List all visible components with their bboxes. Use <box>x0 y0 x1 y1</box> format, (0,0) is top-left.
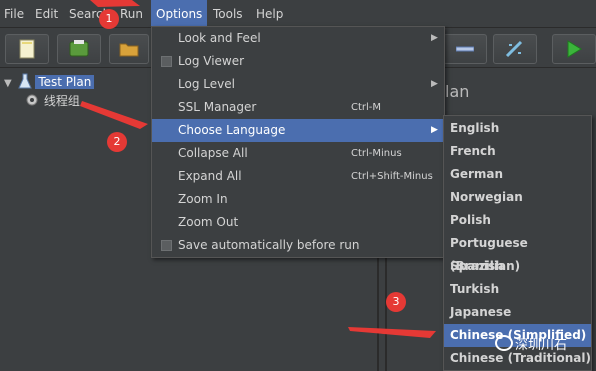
menu-file[interactable]: File <box>4 0 24 28</box>
gear-icon <box>26 94 38 106</box>
language-option-turkish[interactable]: Turkish <box>444 278 591 301</box>
menu-tools-label: Tools <box>213 7 243 21</box>
menu-item-label: Log Level <box>178 77 235 91</box>
shortcut-label: Ctrl-M <box>351 102 382 113</box>
menu-run[interactable]: Run <box>120 0 143 28</box>
menu-item-choose-language[interactable]: Choose Language ▶ <box>152 119 444 142</box>
options-menu: Look and Feel ▶ Log Viewer Log Level ▶ S… <box>151 26 445 258</box>
menu-item-zoom-out[interactable]: Zoom Out <box>152 211 444 234</box>
language-option-spanish[interactable]: Spanish <box>444 255 591 278</box>
toggle-button[interactable] <box>493 34 537 64</box>
menu-item-label: Choose Language <box>178 123 286 137</box>
language-option-german[interactable]: German <box>444 163 591 186</box>
menu-help-label: Help <box>256 7 284 21</box>
language-option-english[interactable]: English <box>444 117 591 140</box>
templates-icon <box>69 40 89 57</box>
submenu-arrow-icon: ▶ <box>431 125 438 135</box>
split-divider <box>385 255 387 371</box>
panel-title: lan <box>445 82 470 101</box>
tree-label-thread-group: 线程组 <box>43 94 80 108</box>
language-option-french[interactable]: French <box>444 140 591 163</box>
language-option-portuguese-brazilian[interactable]: Portuguese (Brazilian) <box>444 232 591 273</box>
menu-item-collapse-all[interactable]: Collapse All Ctrl-Minus <box>152 142 444 165</box>
flask-icon <box>17 73 32 89</box>
language-option-polish[interactable]: Polish <box>444 209 591 232</box>
expand-arrow-icon[interactable]: ▼ <box>4 78 12 89</box>
step-badge-3: 3 <box>386 292 406 312</box>
templates-button[interactable] <box>57 34 101 64</box>
menu-item-zoom-in[interactable]: Zoom In <box>152 188 444 211</box>
menu-item-save-before-run[interactable]: Save automatically before run <box>152 234 444 257</box>
menu-options-label: Options <box>156 7 203 21</box>
menu-item-look-and-feel[interactable]: Look and Feel ▶ <box>152 27 444 50</box>
checkbox-icon[interactable] <box>161 240 172 251</box>
new-file-icon <box>19 39 35 59</box>
menu-item-label: Expand All <box>178 169 242 183</box>
new-button[interactable] <box>5 34 49 64</box>
menu-run-label: Run <box>120 7 144 21</box>
menu-item-log-level[interactable]: Log Level ▶ <box>152 73 444 96</box>
menu-item-label: Zoom In <box>178 192 228 206</box>
wechat-icon <box>495 335 513 351</box>
menu-item-label: Collapse All <box>178 146 248 160</box>
collapse-button[interactable] <box>443 34 487 64</box>
minus-icon <box>456 46 474 52</box>
step-badge-1: 1 <box>99 9 119 29</box>
play-icon <box>567 40 582 58</box>
menu-help[interactable]: Help <box>256 0 283 28</box>
language-option-japanese[interactable]: Japanese <box>444 301 591 324</box>
menu-edit[interactable]: Edit <box>35 0 58 28</box>
menu-item-label: Zoom Out <box>178 215 239 229</box>
menu-item-label: Look and Feel <box>178 31 261 45</box>
language-option-norwegian[interactable]: Norwegian <box>444 186 591 209</box>
tree-node-test-plan[interactable]: ▼ Test Plan <box>4 72 95 92</box>
shortcut-label: Ctrl-Minus <box>351 148 402 159</box>
shortcut-label: Ctrl+Shift-Minus <box>351 171 433 182</box>
step-badge-2: 2 <box>107 132 127 152</box>
menu-item-label: SSL Manager <box>178 100 257 114</box>
open-button[interactable] <box>109 34 149 64</box>
language-submenu: English French German Norwegian Polish P… <box>443 115 592 371</box>
menu-item-expand-all[interactable]: Expand All Ctrl+Shift-Minus <box>152 165 444 188</box>
menu-item-ssl-manager[interactable]: SSL Manager Ctrl-M <box>152 96 444 119</box>
menu-options[interactable]: Options <box>151 0 208 28</box>
menu-file-label: File <box>4 7 25 21</box>
menu-item-label: Save automatically before run <box>178 238 360 252</box>
open-folder-icon <box>119 43 139 57</box>
submenu-arrow-icon: ▶ <box>431 33 438 43</box>
test-plan-tree: ▼ Test Plan 线程组 <box>0 69 150 371</box>
menu-tools[interactable]: Tools <box>213 0 243 28</box>
split-divider <box>377 255 379 371</box>
tree-label-test-plan: Test Plan <box>35 75 95 89</box>
checkbox-icon[interactable] <box>161 56 172 67</box>
menu-edit-label: Edit <box>35 7 59 21</box>
menu-item-label: Log Viewer <box>178 54 245 68</box>
submenu-arrow-icon: ▶ <box>431 79 438 89</box>
start-button[interactable] <box>552 34 596 64</box>
menu-bar: File Edit Search Run Options Tools Help <box>0 0 596 28</box>
watermark-text: 深圳川石 <box>515 338 568 353</box>
wand-icon <box>505 40 523 58</box>
tree-node-thread-group[interactable]: 线程组 <box>24 91 80 111</box>
menu-item-log-viewer[interactable]: Log Viewer <box>152 50 444 73</box>
